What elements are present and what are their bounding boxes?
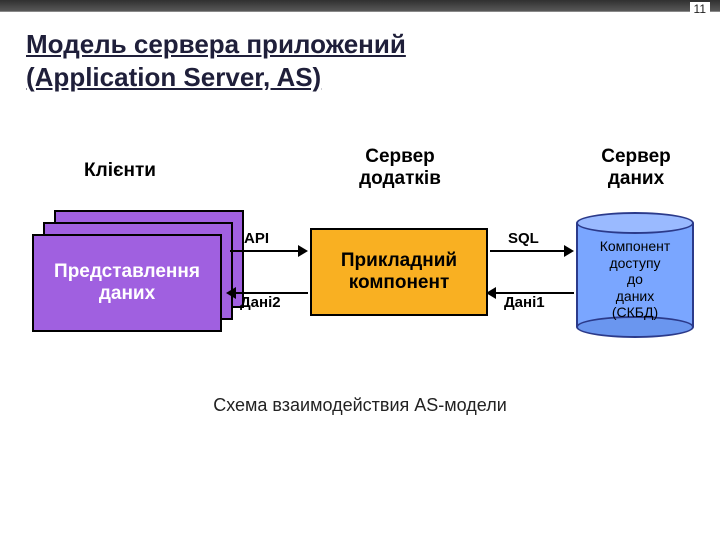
arrow-label-dani1: Дані1 (504, 294, 545, 311)
arrow-api (230, 250, 298, 252)
arrow-label-sql: SQL (508, 230, 539, 247)
client-stack: Представлення даних (32, 210, 240, 334)
app-box-label: Прикладний компонент (341, 250, 457, 294)
application-component-box: Прикладний компонент (310, 228, 488, 316)
db-label: Компонент доступу до даних (СКБД) (576, 238, 694, 321)
database-cylinder: Компонент доступу до даних (СКБД) (576, 212, 694, 338)
column-label-app-server: Сервер додатків (320, 146, 480, 190)
column-label-clients: Клієнти (40, 160, 200, 182)
slide-top-bar (0, 0, 720, 12)
client-box-label: Представлення даних (54, 261, 200, 305)
diagram-caption: Схема взаимодействия AS-модели (0, 395, 720, 416)
architecture-diagram: Клієнти Сервер додатків Сервер даних Пре… (0, 140, 720, 400)
arrow-sql (490, 250, 564, 252)
slide-title: Модель сервера приложений (Application S… (26, 28, 406, 93)
page-number: 11 (690, 2, 710, 16)
db-top (576, 212, 694, 234)
client-box-front: Представлення даних (32, 234, 222, 332)
arrow-label-dani2: Дані2 (240, 294, 281, 311)
arrow-label-api: API (244, 230, 269, 247)
column-label-data-server: Сервер даних (556, 146, 716, 190)
